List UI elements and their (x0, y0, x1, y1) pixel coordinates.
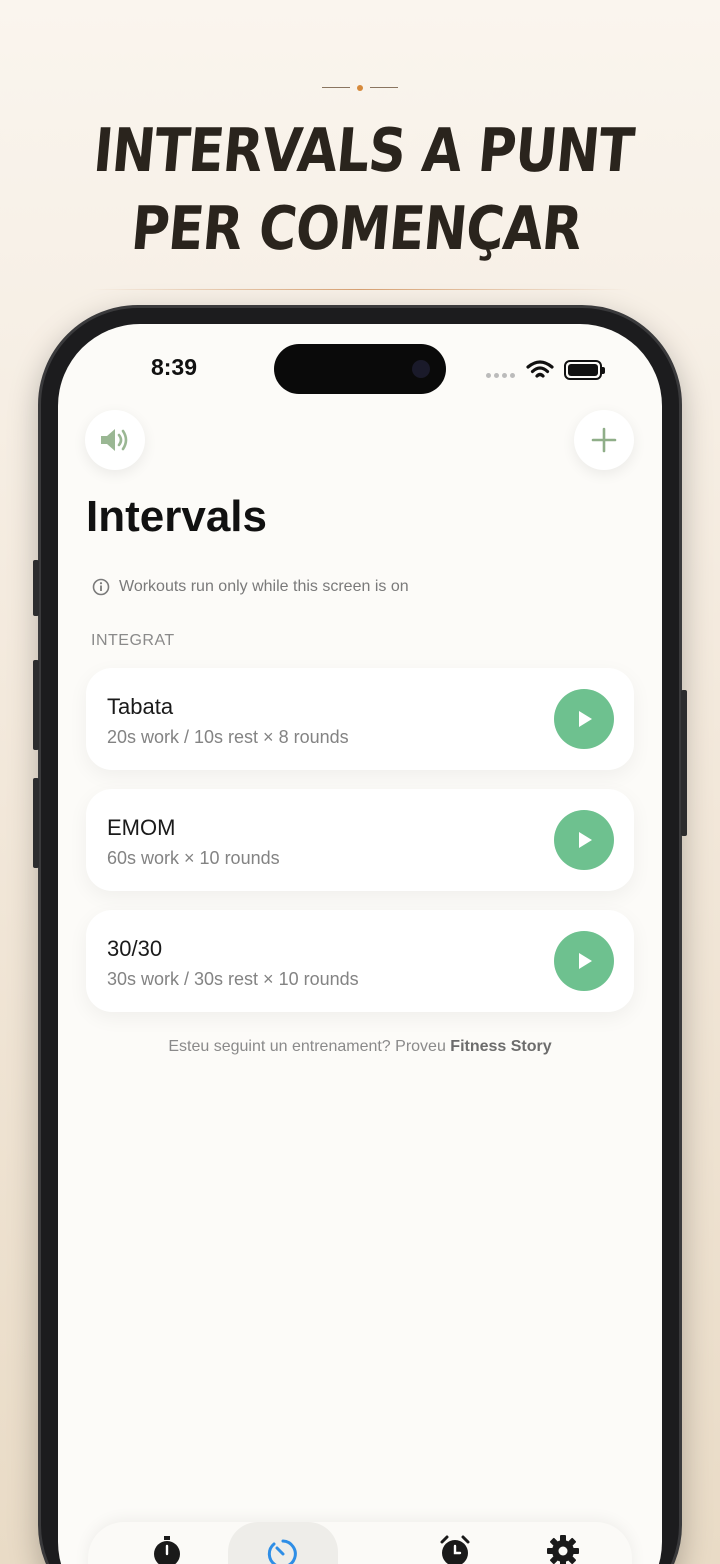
fitness-story-promo: Esteu seguint un entrenament? Proveu Fit… (58, 1038, 662, 1056)
cellular-signal-icon (486, 373, 515, 378)
tab-stopwatch[interactable] (112, 1522, 222, 1564)
headline-line-1: INTERVALS A PUNT (90, 116, 637, 186)
wifi-icon (526, 360, 554, 378)
play-button[interactable] (554, 931, 614, 991)
fitness-story-link[interactable]: Fitness Story (450, 1038, 551, 1055)
play-icon (579, 953, 592, 969)
play-button[interactable] (554, 689, 614, 749)
workout-detail: 30s work / 30s rest × 10 rounds (107, 969, 359, 989)
tab-intervals[interactable] (228, 1522, 338, 1564)
promo-text: Esteu seguint un entrenament? Proveu (168, 1038, 451, 1055)
workout-card-tabata[interactable]: Tabata 20s work / 10s rest × 8 rounds (86, 668, 634, 770)
tab-bar (88, 1522, 632, 1564)
alarm-clock-icon (440, 1535, 470, 1564)
add-interval-button[interactable] (574, 410, 634, 470)
workout-detail: 20s work / 10s rest × 8 rounds (107, 727, 349, 747)
page-title: Intervals (86, 492, 267, 541)
battery-icon (564, 360, 605, 380)
stopwatch-icon (154, 1536, 180, 1564)
play-icon (579, 711, 592, 727)
headline-divider (90, 289, 630, 290)
plus-icon (591, 427, 617, 453)
headline-ornament (322, 85, 398, 91)
tab-settings[interactable] (508, 1522, 618, 1564)
status-time: 8:39 (150, 354, 198, 380)
screen-on-notice: Workouts run only while this screen is o… (92, 578, 409, 596)
gear-icon (547, 1535, 579, 1564)
headline-line-2: PER COMENÇAR (128, 194, 585, 264)
section-label: INTEGRAT (91, 632, 175, 649)
promo-headline: INTERVALS A PUNT PER COMENÇAR (43, 112, 676, 268)
info-icon (92, 578, 110, 596)
play-button[interactable] (554, 810, 614, 870)
sound-toggle-button[interactable] (85, 410, 145, 470)
play-icon (579, 832, 592, 848)
workout-name: 30/30 (107, 936, 163, 961)
workout-name: Tabata (107, 694, 174, 719)
workout-detail: 60s work × 10 rounds (107, 848, 280, 868)
phone-side-button (681, 690, 687, 836)
tab-alarm[interactable] (400, 1522, 510, 1564)
phone-side-button (33, 560, 39, 616)
workout-card-emom[interactable]: EMOM 60s work × 10 rounds (86, 789, 634, 891)
speaker-volume-icon (101, 429, 128, 451)
workout-name: EMOM (107, 815, 176, 840)
app-screen: 8:39 Intervals Workouts run only while t… (58, 324, 662, 1564)
phone-side-button (33, 660, 39, 750)
workout-card-30-30[interactable]: 30/30 30s work / 30s rest × 10 rounds (86, 910, 634, 1012)
dynamic-island (274, 344, 446, 394)
phone-side-button (33, 778, 39, 868)
notice-text: Workouts run only while this screen is o… (119, 578, 409, 595)
interval-timer-icon (267, 1539, 297, 1564)
